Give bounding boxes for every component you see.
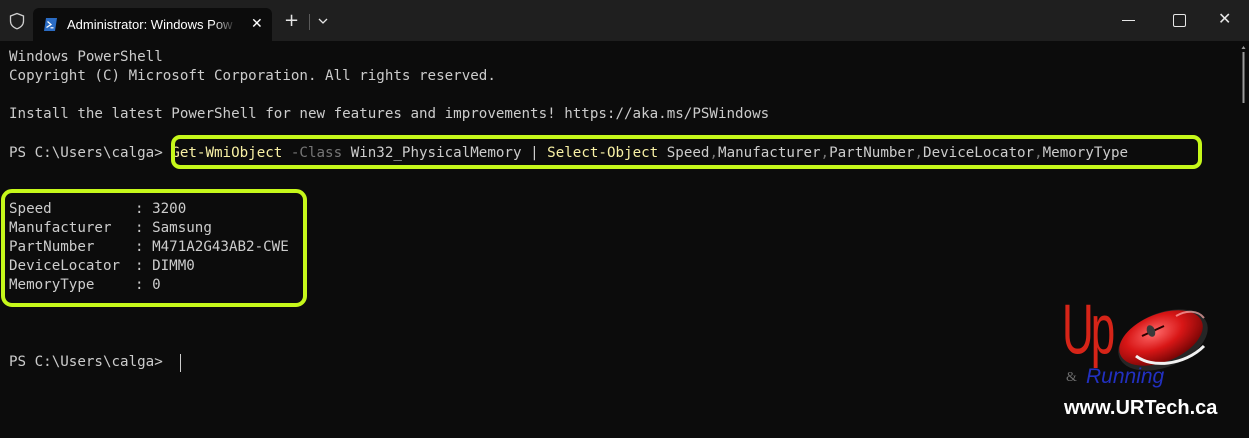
powershell-icon — [44, 18, 57, 31]
logo-ampersand: & — [1066, 370, 1077, 385]
tab-divider — [309, 14, 310, 30]
watermark-url: www.URTech.ca — [1064, 397, 1218, 419]
banner-title: Windows PowerShell — [9, 49, 163, 65]
shield-icon[interactable] — [8, 12, 26, 30]
close-tab-button[interactable]: ✕ — [251, 17, 263, 31]
prompt: PS C:\Users\calga> — [9, 145, 163, 161]
chevron-down-icon[interactable] — [317, 16, 329, 26]
text-cursor — [180, 354, 181, 372]
command-highlight-box — [171, 135, 1202, 169]
install-tip-line: Install the latest PowerShell for new fe… — [9, 106, 770, 122]
minimize-icon[interactable] — [1122, 20, 1135, 21]
tab-administrator-powershell[interactable]: Administrator: Windows PowerShell ✕ — [33, 8, 272, 41]
logo-up-text: Up — [1062, 291, 1115, 370]
new-tab-button[interactable]: + — [284, 12, 299, 30]
copyright-line: Copyright (C) Microsoft Corporation. All… — [9, 68, 496, 84]
final-prompt: PS C:\Users\calga> — [9, 354, 163, 370]
scrollbar[interactable] — [1241, 45, 1246, 105]
logo-running-text: Running — [1086, 365, 1165, 388]
title-bar: Administrator: Windows PowerShell ✕ + ✕ — [0, 0, 1249, 41]
close-icon[interactable]: ✕ — [1218, 10, 1231, 28]
tab-title: Administrator: Windows PowerShell — [67, 17, 233, 32]
maximize-icon[interactable] — [1173, 14, 1186, 27]
output-highlight-box — [1, 189, 307, 307]
tab-title-fade — [213, 14, 237, 34]
